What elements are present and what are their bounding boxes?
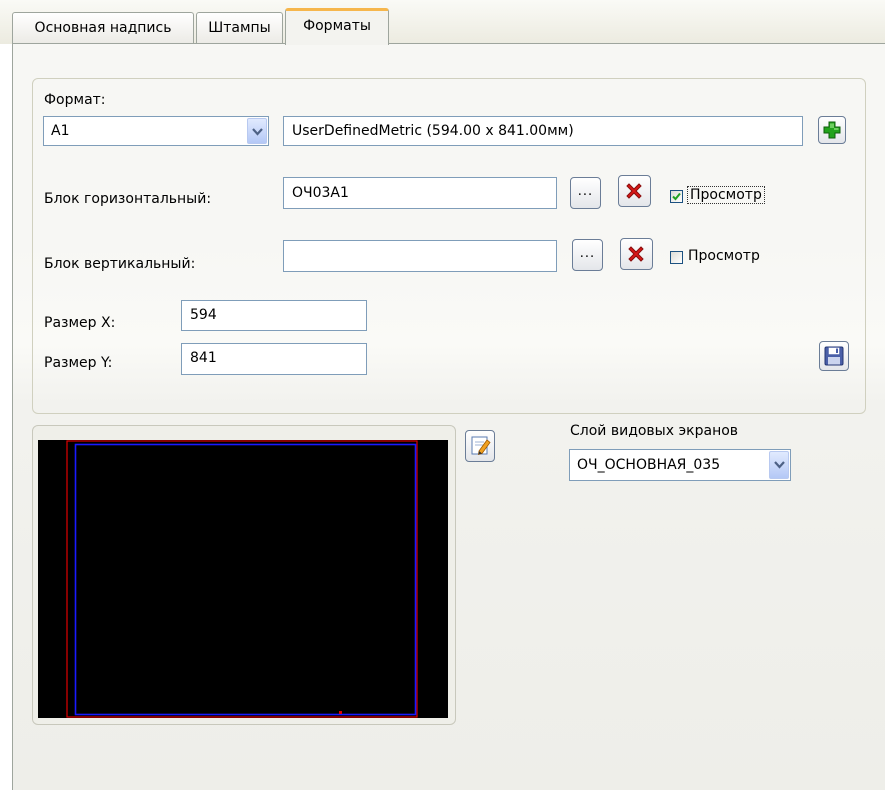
size-y-label: Размер Y: — [44, 355, 113, 371]
viewport-layer-select[interactable]: ОЧ_ОСНОВНАЯ_035 — [569, 449, 791, 481]
tab-formats[interactable]: Форматы — [285, 8, 389, 45]
delete-x-icon — [628, 246, 644, 262]
browse-label: ... — [577, 184, 594, 199]
browse-label: ... — [579, 246, 596, 261]
block-vertical-field[interactable] — [283, 240, 557, 272]
block-vertical-preview-checkbox[interactable] — [670, 251, 683, 264]
block-horizontal-browse-button[interactable]: ... — [570, 177, 601, 209]
save-format-button[interactable] — [819, 341, 849, 371]
tab-baseline — [12, 43, 885, 44]
delete-x-icon — [626, 183, 642, 199]
size-y-field[interactable]: 841 — [181, 343, 367, 375]
format-description-field[interactable]: UserDefinedMetric (594.00 x 841.00мм) — [283, 116, 803, 146]
block-horizontal-delete-button[interactable] — [618, 175, 651, 207]
block-horizontal-field[interactable]: ОЧ03А1 — [283, 177, 557, 209]
edit-preview-button[interactable] — [465, 430, 495, 462]
format-selected-value: A1 — [51, 123, 70, 139]
block-horizontal-preview-checkbox[interactable] — [670, 190, 683, 203]
block-vertical-delete-button[interactable] — [620, 238, 653, 270]
edit-pencil-icon — [471, 436, 491, 456]
block-horizontal-preview-label[interactable]: Просмотр — [687, 186, 765, 204]
size-x-label: Размер X: — [44, 315, 116, 331]
viewport-layer-label: Слой видовых экранов — [570, 423, 739, 439]
format-preview — [38, 440, 448, 718]
chevron-down-icon — [252, 128, 263, 136]
block-vertical-preview-label[interactable]: Просмотр — [688, 248, 760, 264]
viewport-layer-dropdown-button[interactable] — [769, 451, 789, 479]
block-vertical-label: Блок вертикальный: — [44, 256, 196, 272]
block-horizontal-label: Блок горизонтальный: — [44, 191, 212, 207]
plus-icon — [823, 121, 841, 139]
checkmark-icon — [672, 192, 681, 201]
chevron-down-icon — [774, 461, 785, 469]
block-vertical-browse-button[interactable]: ... — [572, 239, 603, 271]
floppy-disk-icon — [824, 346, 844, 366]
format-dropdown-button[interactable] — [247, 118, 267, 144]
format-label: Формат: — [44, 92, 106, 108]
size-x-field[interactable]: 594 — [181, 300, 367, 331]
format-preview-drawing — [38, 440, 448, 718]
format-select[interactable]: A1 — [43, 116, 269, 146]
tab-main-inscription[interactable]: Основная надпись — [12, 12, 194, 43]
tab-stamps[interactable]: Штампы — [196, 12, 283, 43]
viewport-layer-selected-value: ОЧ_ОСНОВНАЯ_035 — [577, 457, 721, 473]
add-format-button[interactable] — [818, 116, 846, 144]
